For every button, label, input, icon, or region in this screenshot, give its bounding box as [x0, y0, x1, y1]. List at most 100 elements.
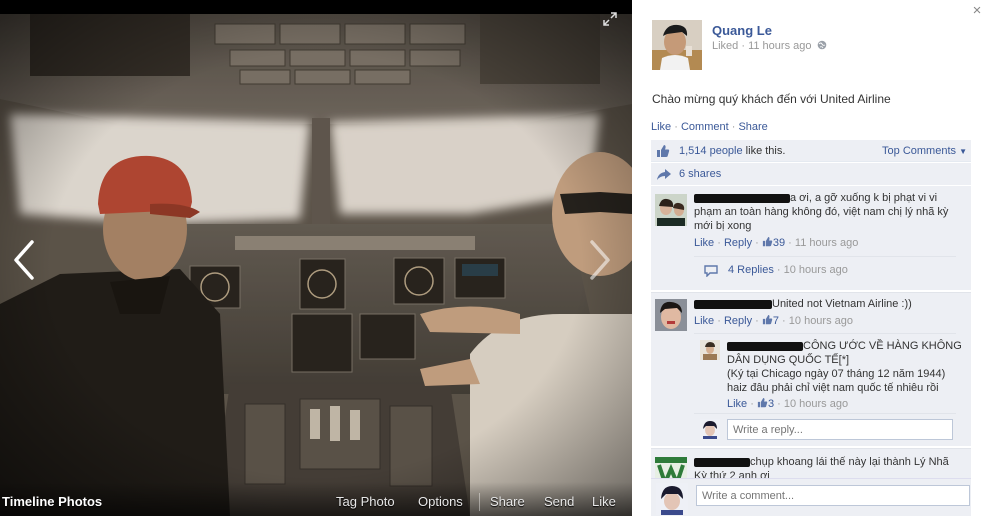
post-share-link[interactable]: Share [738, 121, 767, 133]
photo-action-bar: Timeline Photos Tag Photo Options Share … [0, 482, 632, 516]
dot-separator: · [779, 315, 789, 327]
comment-line: United not Vietnam Airline :)) [772, 298, 912, 310]
photo-stage: Timeline Photos Tag Photo Options Share … [0, 0, 632, 516]
reply-input[interactable] [727, 419, 953, 440]
share-icon [657, 169, 671, 180]
comment-time: 10 hours ago [788, 315, 853, 327]
thumbs-up-icon [762, 315, 773, 325]
post-comment-link[interactable]: Comment [681, 121, 729, 133]
thumbs-up-icon [762, 237, 773, 247]
chevron-right-icon [590, 240, 610, 280]
thumbs-up-icon [757, 398, 768, 408]
dot-separator: · [773, 264, 784, 276]
reply-body: CÔNG ƯỚC VỀ HÀNG KHÔNG DÂN DỤNG QUỐC TẾ[… [727, 339, 962, 395]
likes-people-link[interactable]: 1,514 people [679, 145, 743, 157]
top-comments-label: Top Comments [882, 145, 957, 157]
dot-separator: · [752, 315, 762, 327]
comment-meta: Like · Reply · 7 · 10 hours ago [694, 315, 853, 327]
reply-likes-count[interactable]: 3 [757, 398, 774, 410]
comment-body: United not Vietnam Airline :)) [694, 297, 968, 311]
thumbs-up-icon [657, 145, 670, 157]
dot-separator: · [774, 398, 784, 410]
reply-like-link[interactable]: Like [727, 398, 747, 410]
comment-likes-value: 39 [772, 237, 786, 249]
dot-separator: · [714, 237, 724, 249]
reply-line: DÂN DỤNG QUỐC TẾ[*] [727, 354, 850, 366]
cockpit-photo-image [0, 14, 632, 516]
shares-summary: 6 shares [651, 163, 971, 185]
comment-item: United not Vietnam Airline :)) Like · Re… [651, 292, 971, 446]
comment-line: mới bị xong [694, 220, 752, 232]
comment-like-link[interactable]: Like [694, 315, 714, 327]
redacted-commenter-name[interactable] [694, 193, 790, 203]
comment-input[interactable] [696, 485, 970, 506]
comment-line: phạm an toàn hàng không đó, việt nam chị… [694, 206, 949, 218]
replies-time: 10 hours ago [783, 264, 848, 276]
globe-icon[interactable] [817, 40, 827, 50]
expand-icon[interactable] [603, 12, 617, 26]
replier-avatar[interactable] [700, 340, 720, 360]
reply-line: (Ký tại Chicago ngày 07 tháng 12 năm 194… [727, 368, 946, 380]
post-meta-text: Liked · 11 hours ago [712, 40, 812, 52]
comment-like-link[interactable]: Like [694, 237, 714, 249]
comment-body: a ơi, a gỡ xuống k bị phạt vi vi phạm an… [694, 191, 968, 233]
previous-photo-button[interactable] [10, 238, 40, 282]
comment-likes-count[interactable]: 39 [762, 237, 785, 249]
dot-separator: · [785, 237, 795, 249]
comment-item: a ơi, a gỡ xuống k bị phạt vi vi phạm an… [651, 186, 971, 290]
shares-link[interactable]: 6 shares [679, 168, 721, 180]
likes-text: 1,514 people like this. [679, 145, 785, 157]
dot-separator: · [752, 237, 762, 249]
reply-composer [694, 413, 956, 443]
comment-time: 11 hours ago [794, 237, 859, 249]
redacted-commenter-name[interactable] [694, 299, 772, 309]
comment-composer [651, 478, 971, 516]
likes-summary: 1,514 people like this. Top Comments ▼ [651, 140, 971, 162]
post-text: Chào mừng quý khách đến với United Airli… [652, 92, 891, 106]
comment-reply-link[interactable]: Reply [724, 315, 752, 327]
send-button[interactable]: Send [544, 494, 574, 509]
cockpit-photo[interactable] [0, 14, 632, 516]
comment-line: chụp khoang lái thế này lại thành Lý Nhã [750, 456, 949, 468]
share-button[interactable]: Share [490, 494, 525, 509]
chevron-left-icon [14, 240, 34, 280]
comment-line: a ơi, a gỡ xuống k bị phạt vi vi [790, 192, 938, 204]
my-avatar [656, 483, 688, 515]
options-button[interactable]: Options [418, 494, 463, 509]
post-actions: Like · Comment · Share [651, 121, 768, 133]
view-replies-row[interactable]: 4 Replies · 10 hours ago [694, 256, 956, 284]
dot-separator: · [728, 121, 739, 133]
reply-line: haiz đâu phải chỉ việt nam quốc tế nhiêu… [727, 382, 939, 394]
bar-divider [479, 493, 480, 511]
owner-name-link[interactable]: Quang Le [712, 23, 772, 38]
close-icon[interactable]: × [970, 3, 984, 18]
tag-photo-button[interactable]: Tag Photo [336, 494, 395, 509]
replies-label: 4 Replies · 10 hours ago [728, 264, 848, 276]
comment-likes-count[interactable]: 7 [762, 315, 779, 327]
commenter-avatar[interactable] [655, 299, 687, 331]
post-panel: × Quang Le Liked · 11 hours ago Chào mừn… [632, 0, 988, 516]
reply-item: CÔNG ƯỚC VỀ HÀNG KHÔNG DÂN DỤNG QUỐC TẾ[… [694, 333, 962, 413]
replies-count-link[interactable]: 4 Replies [728, 264, 774, 276]
comment-meta: Like · Reply · 39 · 11 hours ago [694, 237, 858, 249]
caret-down-icon: ▼ [959, 147, 967, 156]
reply-time: 10 hours ago [783, 398, 849, 410]
redacted-replier-name[interactable] [727, 341, 803, 351]
like-button[interactable]: Like [592, 494, 616, 509]
reply-line: CÔNG ƯỚC VỀ HÀNG KHÔNG [803, 340, 962, 352]
owner-avatar[interactable] [652, 20, 702, 70]
replies-icon [704, 265, 718, 277]
commenter-avatar[interactable] [655, 194, 687, 226]
likes-suffix: like this. [742, 145, 786, 157]
album-link[interactable]: Timeline Photos [2, 494, 102, 509]
redacted-commenter-name[interactable] [694, 457, 750, 467]
post-like-link[interactable]: Like [651, 121, 671, 133]
dot-separator: · [747, 398, 757, 410]
next-photo-button[interactable] [584, 238, 614, 282]
top-comments-dropdown[interactable]: Top Comments ▼ [882, 145, 967, 157]
dot-separator: · [671, 121, 681, 133]
dot-separator: · [714, 315, 724, 327]
my-avatar [700, 419, 720, 439]
reply-meta: Like · 3 · 10 hours ago [727, 398, 848, 410]
comment-reply-link[interactable]: Reply [724, 237, 752, 249]
